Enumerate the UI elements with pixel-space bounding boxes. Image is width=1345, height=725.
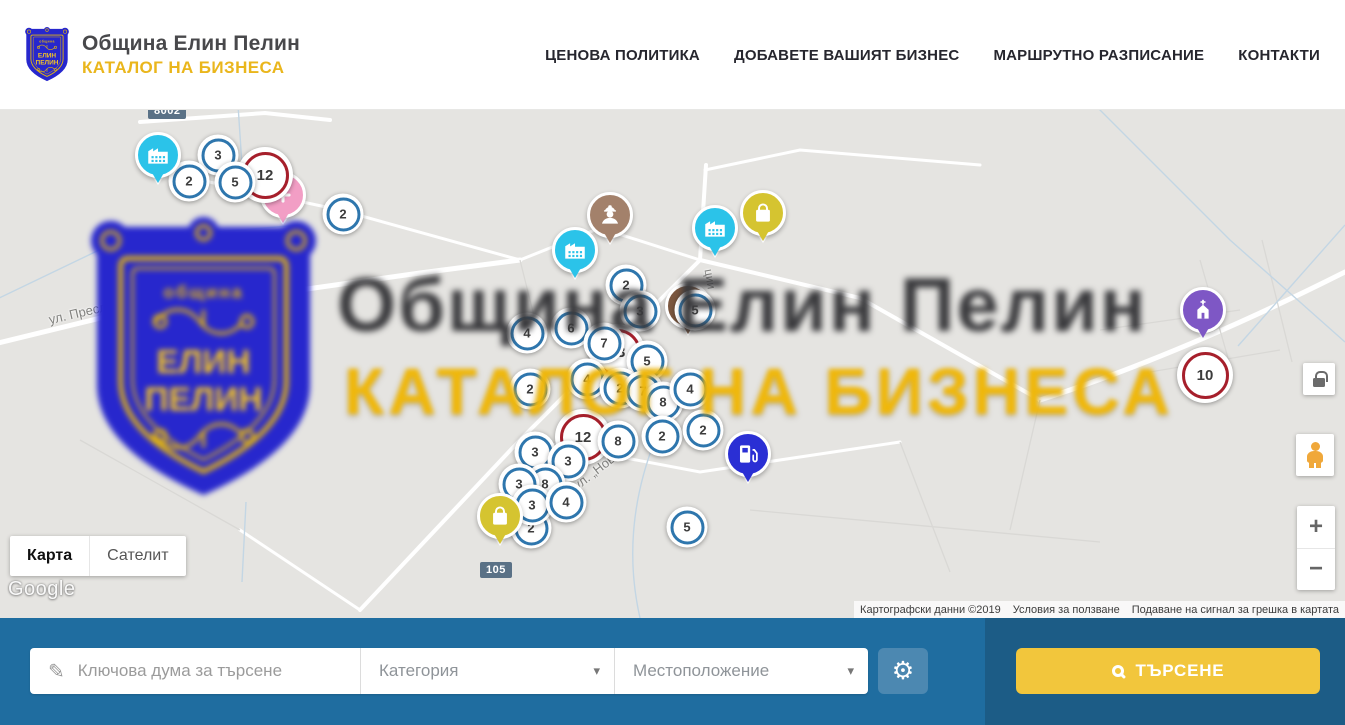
header: община ЕЛИНПЕЛИН Община Елин Пелин КАТАЛО… xyxy=(0,0,1345,110)
map-canvas[interactable]: ул. Преслав бул. „Новосел ции 8002 105 3… xyxy=(0,110,1345,618)
nav-item-schedule[interactable]: МАРШРУТНО РАЗПИСАНИЕ xyxy=(993,47,1204,64)
cluster-marker[interactable]: 4 xyxy=(507,313,548,354)
zoom-out-button[interactable]: − xyxy=(1297,549,1335,591)
zoom-in-button[interactable]: + xyxy=(1297,506,1335,549)
pin-bag-marker[interactable] xyxy=(740,190,786,236)
google-logo[interactable]: Google xyxy=(8,578,76,601)
map-type-control: Карта Сателит xyxy=(10,536,186,576)
cluster-marker[interactable]: 10 xyxy=(1177,347,1233,403)
category-select-label: Категория xyxy=(379,661,458,681)
search-bar: ✎ Категория ▾ Местоположение ▾ ⚙ ТЪРСЕНЕ xyxy=(0,618,1345,725)
lock-button[interactable] xyxy=(1303,363,1335,395)
pin-church-marker[interactable] xyxy=(1180,287,1226,333)
attribution-report-link[interactable]: Подаване на сигнал за грешка в картата xyxy=(1126,604,1345,616)
search-keyword-input[interactable] xyxy=(78,661,328,681)
cluster-marker[interactable]: 5 xyxy=(675,290,716,331)
map-type-satellite-button[interactable]: Сателит xyxy=(90,536,185,576)
location-select[interactable]: Местоположение ▾ xyxy=(614,648,868,694)
advanced-settings-button[interactable]: ⚙ xyxy=(878,648,928,694)
marker-layer: 312252235461375242784128223383234510 xyxy=(0,110,1345,618)
gear-icon: ⚙ xyxy=(892,659,914,684)
search-button[interactable]: ТЪРСЕНЕ xyxy=(1016,648,1320,694)
pin-factory-marker[interactable] xyxy=(135,132,181,178)
brand-text: Община Елин Пелин КАТАЛОГ НА БИЗНЕСА xyxy=(82,32,300,78)
svg-text:община: община xyxy=(39,39,55,43)
cluster-marker[interactable]: 8 xyxy=(598,421,639,462)
map-attribution: Картографски данни ©2019 Условия за полз… xyxy=(854,601,1345,618)
search-fields: ✎ Категория ▾ Местоположение ▾ xyxy=(30,648,868,694)
cluster-marker[interactable]: 2 xyxy=(683,410,724,451)
cluster-marker[interactable]: 4 xyxy=(670,369,711,410)
zoom-control: + − xyxy=(1297,506,1335,590)
attribution-terms-link[interactable]: Условия за ползване xyxy=(1007,604,1126,616)
location-select-label: Местоположение xyxy=(633,661,769,681)
map-type-map-button[interactable]: Карта xyxy=(10,536,90,576)
municipality-crest-icon: община ЕЛИНПЕЛИН xyxy=(24,26,70,84)
main-nav: ЦЕНОВА ПОЛИТИКА ДОБАВЕТЕ ВАШИЯТ БИЗНЕС М… xyxy=(545,0,1320,110)
chevron-down-icon: ▾ xyxy=(593,663,600,679)
street-view-pegman-button[interactable] xyxy=(1296,434,1334,476)
brand-logo[interactable]: община ЕЛИНПЕЛИН Община Елин Пелин КАТАЛО… xyxy=(24,26,300,84)
pin-factory-marker[interactable] xyxy=(552,227,598,273)
cluster-marker[interactable]: 5 xyxy=(215,162,256,203)
nav-item-pricing[interactable]: ЦЕНОВА ПОЛИТИКА xyxy=(545,47,700,64)
pin-bag-marker[interactable] xyxy=(477,493,523,539)
nav-item-add-business[interactable]: ДОБАВЕТЕ ВАШИЯТ БИЗНЕС xyxy=(734,47,959,64)
cluster-marker[interactable]: 7 xyxy=(584,323,625,364)
site-subtitle: КАТАЛОГ НА БИЗНЕСА xyxy=(82,58,300,78)
keyword-field: ✎ xyxy=(30,648,360,694)
svg-text:ЕЛИН: ЕЛИН xyxy=(38,52,57,59)
cluster-marker[interactable]: 2 xyxy=(323,194,364,235)
site-title: Община Елин Пелин xyxy=(82,32,300,56)
category-select[interactable]: Категория ▾ xyxy=(360,648,614,694)
pegman-icon xyxy=(1307,442,1323,468)
cluster-marker[interactable]: 4 xyxy=(546,482,587,523)
pin-factory-marker[interactable] xyxy=(692,205,738,251)
nav-item-contacts[interactable]: КОНТАКТИ xyxy=(1238,47,1320,64)
chevron-down-icon: ▾ xyxy=(847,663,854,679)
attribution-copyright: Картографски данни ©2019 xyxy=(854,604,1007,616)
svg-text:ПЕЛИН: ПЕЛИН xyxy=(36,59,59,66)
cluster-marker[interactable]: 2 xyxy=(642,416,683,457)
pencil-icon: ✎ xyxy=(48,659,65,684)
pin-fuel-marker[interactable] xyxy=(725,431,771,477)
search-button-label: ТЪРСЕНЕ xyxy=(1136,661,1225,681)
search-icon xyxy=(1112,665,1124,677)
cluster-marker[interactable]: 5 xyxy=(667,507,708,548)
cluster-marker[interactable]: 2 xyxy=(510,369,551,410)
lock-icon xyxy=(1313,378,1325,387)
